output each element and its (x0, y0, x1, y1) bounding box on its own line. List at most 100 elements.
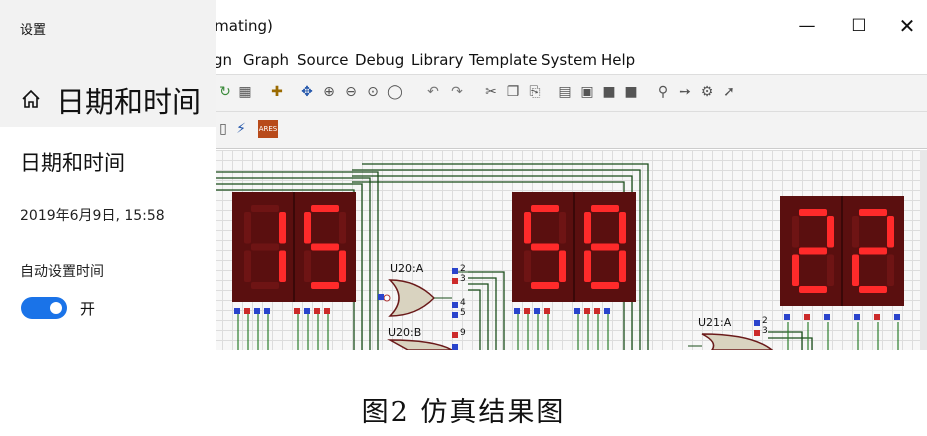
segment-d (591, 282, 619, 289)
pin-label: 3 (762, 326, 768, 336)
pick-device-icon[interactable]: ⚲ (654, 83, 672, 101)
pin-label: 4 (460, 298, 466, 308)
segment-c (827, 254, 834, 286)
toggle-state-label: 开 (80, 300, 96, 318)
segment-a (859, 209, 887, 216)
decompose-icon[interactable]: ➚ (720, 83, 738, 101)
segment-g (311, 243, 339, 251)
segment-a (591, 205, 619, 212)
menu-graph[interactable]: Graph (243, 51, 289, 69)
toggle-knob (50, 302, 62, 314)
maximize-icon[interactable]: ☐ (836, 8, 882, 44)
or-gate-u20a[interactable] (378, 268, 468, 318)
segment-e (244, 250, 251, 282)
segment-a (251, 205, 279, 212)
zoom-out-icon[interactable]: ⊖ (342, 83, 360, 101)
segment-d (531, 282, 559, 289)
vertical-scrollbar[interactable] (920, 150, 927, 350)
seven-segment-display-minutes[interactable] (512, 192, 636, 302)
ares-icon[interactable]: ARES (258, 120, 278, 138)
segment-e (584, 250, 591, 282)
block-copy-icon[interactable]: ▤ (556, 83, 574, 101)
segment-f (304, 212, 311, 244)
segment-f (852, 216, 859, 248)
segment-b (619, 212, 626, 244)
menu-library[interactable]: Library (411, 51, 463, 69)
segment-d (799, 286, 827, 293)
seven-segment-display-seconds[interactable] (780, 196, 904, 306)
segment-e (792, 254, 799, 286)
zoom-area-icon[interactable]: ◯ (386, 83, 404, 101)
segment-f (584, 212, 591, 244)
screenshot: imating) — ☐ ✕ gn Graph Source Debug Lib… (0, 0, 927, 350)
pin-label: 3 (460, 274, 466, 284)
segment-c (559, 250, 566, 282)
zoom-all-icon[interactable]: ⊙ (364, 83, 382, 101)
segment-a (311, 205, 339, 212)
paste-icon[interactable]: ⎘ (526, 83, 544, 101)
pin-label: 9 (460, 328, 466, 338)
segment-b (887, 216, 894, 248)
settings-window-title: 设置 (20, 23, 47, 38)
menu-template[interactable]: Template (469, 51, 537, 69)
segment-b (279, 212, 286, 244)
toolbar-main: ↻ ▦ ✚ ✥ ⊕ ⊖ ⊙ ◯ ↶ ↷ ✂ ❐ ⎘ ▤ ▣ ■ ■ ⚲ ➙ ⚙ … (212, 74, 927, 112)
pin-label: 2 (460, 264, 466, 274)
segment-c (339, 250, 346, 282)
block-move-icon[interactable]: ▣ (578, 83, 596, 101)
zoom-in-icon[interactable]: ⊕ (320, 83, 338, 101)
segment-g (591, 243, 619, 251)
u20b-label: U20:B (388, 326, 422, 339)
auto-time-toggle[interactable] (21, 297, 67, 319)
ares-label: ARES (258, 125, 278, 133)
home-icon[interactable] (20, 88, 42, 110)
segment-d (311, 282, 339, 289)
package-icon[interactable]: ⚙ (698, 83, 716, 101)
segment-c (887, 254, 894, 286)
seven-segment-display-hours[interactable] (232, 192, 356, 302)
u20a-label: U20:A (390, 262, 424, 275)
undo-icon[interactable]: ↶ (424, 83, 442, 101)
refresh-icon[interactable]: ↻ (216, 83, 234, 101)
segment-e (852, 254, 859, 286)
schematic-canvas[interactable]: U20:A U20:B U21:A 2 3 4 5 9 2 3 (212, 150, 920, 350)
toolbar-secondary: ▯ ⚡ ARES (212, 112, 927, 149)
menu-help[interactable]: Help (601, 51, 635, 69)
block-delete-icon[interactable]: ■ (622, 83, 640, 101)
pan-icon[interactable]: ✥ (298, 83, 316, 101)
section-title: 日期和时间 (20, 151, 125, 175)
grid-icon[interactable]: ▦ (236, 83, 254, 101)
page-title: 日期和时间 (56, 85, 202, 119)
menu-debug[interactable]: Debug (355, 51, 404, 69)
segment-f (792, 216, 799, 248)
minimize-icon[interactable]: — (784, 8, 830, 44)
segment-b (827, 216, 834, 248)
netlist-icon[interactable]: ⚡ (232, 120, 250, 138)
menu-system[interactable]: System (541, 51, 597, 69)
block-rotate-icon[interactable]: ■ (600, 83, 618, 101)
menu-source[interactable]: Source (297, 51, 349, 69)
make-device-icon[interactable]: ➙ (676, 83, 694, 101)
figure-caption: 图2 仿真结果图 (361, 397, 566, 428)
segment-a (799, 209, 827, 216)
pin-label: 5 (460, 308, 466, 318)
segment-f (244, 212, 251, 244)
pin-label: 2 (762, 316, 768, 326)
u21a-label: U21:A (698, 316, 732, 329)
copy-icon[interactable]: ❐ (504, 83, 522, 101)
segment-g (859, 247, 887, 255)
window-title: imating) (210, 17, 273, 35)
segment-b (339, 212, 346, 244)
segment-c (279, 250, 286, 282)
segment-g (251, 243, 279, 251)
segment-d (251, 282, 279, 289)
settings-window: 设置 日期和时间 日期和时间 2019年6月9日, 15:58 自动设置时间 开 (0, 0, 216, 350)
segment-e (304, 250, 311, 282)
settings-content: 日期和时间 2019年6月9日, 15:58 自动设置时间 开 (0, 127, 216, 350)
redo-icon[interactable]: ↷ (448, 83, 466, 101)
segment-e (524, 250, 531, 282)
page-icon[interactable]: ▯ (214, 120, 232, 138)
cut-icon[interactable]: ✂ (482, 83, 500, 101)
close-icon[interactable]: ✕ (884, 8, 927, 44)
origin-icon[interactable]: ✚ (268, 83, 286, 101)
